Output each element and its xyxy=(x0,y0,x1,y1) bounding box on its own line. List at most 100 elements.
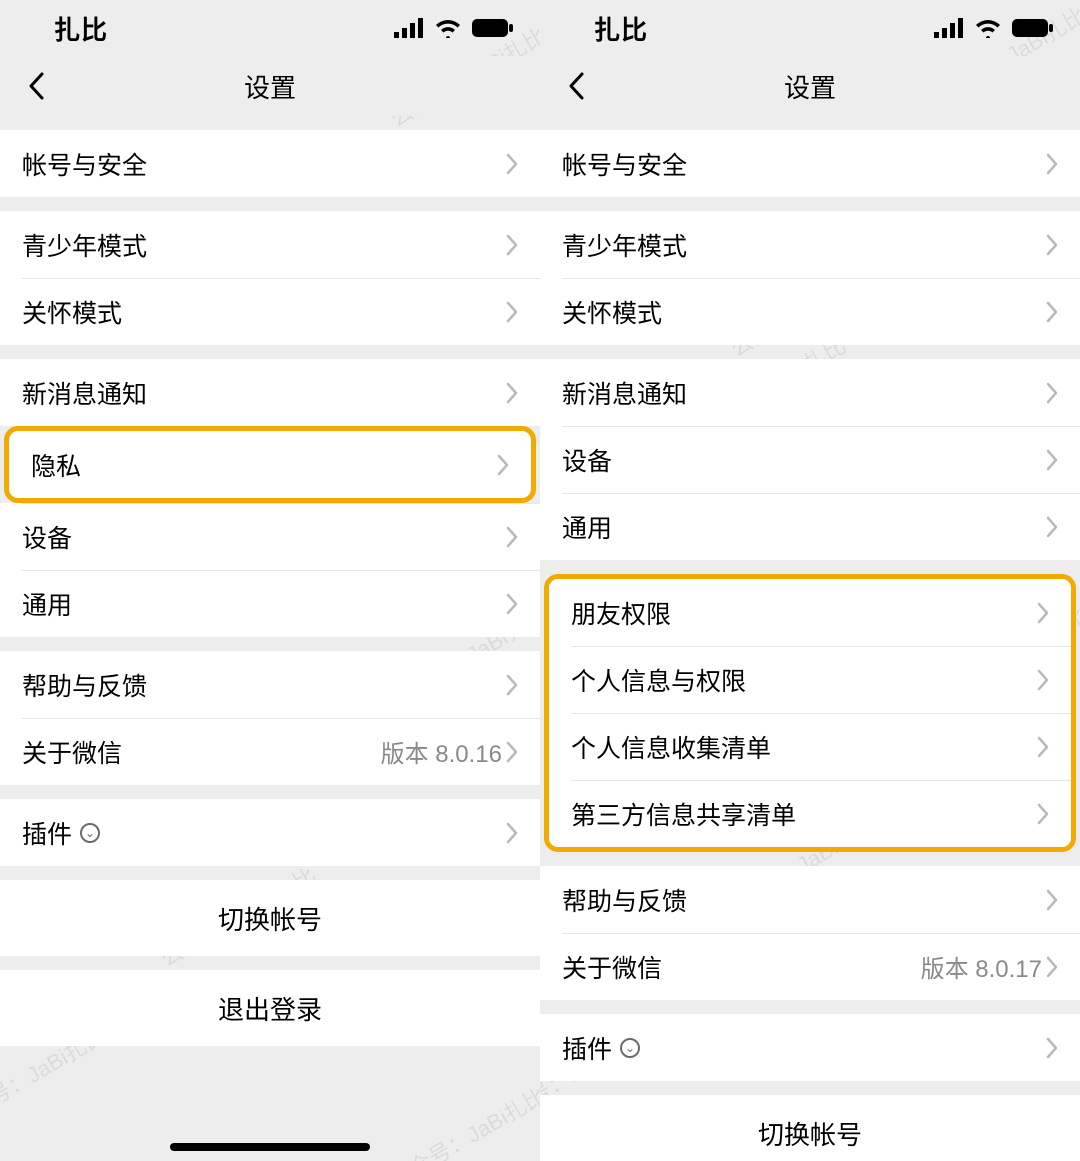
cell-general[interactable]: 通用 xyxy=(540,493,1080,560)
page-title: 设置 xyxy=(784,68,836,105)
action-label: 退出登录 xyxy=(218,990,322,1027)
cell-label: 通用 xyxy=(562,509,1046,545)
cell-privacy[interactable]: 隐私 xyxy=(9,431,531,498)
cell-label: 新消息通知 xyxy=(562,375,1046,411)
chevron-right-icon xyxy=(506,741,518,763)
cell-notifications[interactable]: 新消息通知 xyxy=(540,359,1080,426)
cell-label: 关怀模式 xyxy=(562,294,1046,330)
cell-personal-info-list[interactable]: 个人信息收集清单 xyxy=(549,713,1071,780)
battery-icon xyxy=(1012,18,1054,38)
cell-teen-mode[interactable]: 青少年模式 xyxy=(540,211,1080,278)
status-bar: 扎比 xyxy=(540,0,1080,56)
cell-friend-permissions[interactable]: 朋友权限 xyxy=(549,579,1071,646)
cell-personal-info-permissions[interactable]: 个人信息与权限 xyxy=(549,646,1071,713)
chevron-right-icon xyxy=(1046,301,1058,323)
cell-account-security[interactable]: 帐号与安全 xyxy=(0,130,540,197)
cell-label: 关于微信 xyxy=(22,734,381,770)
back-button[interactable] xyxy=(16,66,56,106)
chevron-right-icon xyxy=(1037,736,1049,758)
chevron-right-icon xyxy=(1037,803,1049,825)
phone-right: 公众号：JaBi扎比 公众号：JaBi扎比 公众号：JaBi扎比 公众号：JaB… xyxy=(540,0,1080,1161)
chevron-right-icon xyxy=(1046,449,1058,471)
action-label: 切换帐号 xyxy=(758,1115,862,1152)
cell-label: 新消息通知 xyxy=(22,375,506,411)
cell-label-text: 插件 xyxy=(562,1030,612,1066)
cell-label: 帐号与安全 xyxy=(22,146,506,182)
chevron-right-icon xyxy=(1046,382,1058,404)
chevron-right-icon xyxy=(506,382,518,404)
cell-label-text: 插件 xyxy=(22,815,72,851)
cell-teen-mode[interactable]: 青少年模式 xyxy=(0,211,540,278)
battery-icon xyxy=(472,18,514,38)
cell-help-feedback[interactable]: 帮助与反馈 xyxy=(0,651,540,718)
cell-care-mode[interactable]: 关怀模式 xyxy=(0,278,540,345)
chevron-right-icon xyxy=(1037,602,1049,624)
chevron-right-icon xyxy=(1046,234,1058,256)
chevron-right-icon xyxy=(1046,516,1058,538)
chevron-right-icon xyxy=(506,593,518,615)
highlight-privacy-group: 朋友权限 个人信息与权限 个人信息收集清单 第三方信息共享清单 xyxy=(544,574,1076,852)
chevron-right-icon xyxy=(1046,153,1058,175)
switch-account-button[interactable]: 切换帐号 xyxy=(540,1095,1080,1161)
switch-account-button[interactable]: 切换帐号 xyxy=(0,880,540,956)
chevron-right-icon xyxy=(497,454,509,476)
cell-label: 帐号与安全 xyxy=(562,146,1046,182)
chevron-right-icon xyxy=(506,153,518,175)
nav-bar: 设置 xyxy=(0,56,540,116)
cell-label: 青少年模式 xyxy=(22,227,506,263)
version-label: 版本 8.0.16 xyxy=(381,734,502,769)
cell-label: 帮助与反馈 xyxy=(562,882,1046,918)
chevron-right-icon xyxy=(1046,1037,1058,1059)
chevron-right-icon xyxy=(1046,889,1058,911)
chevron-right-icon xyxy=(506,526,518,548)
action-label: 切换帐号 xyxy=(218,900,322,937)
plugin-icon: ⌄ xyxy=(620,1038,640,1058)
comparison-canvas: 公众号：JaBi扎比 公众号：JaBi扎比 公众号：JaBi扎比 公众号：JaB… xyxy=(0,0,1080,1161)
cell-label: 帮助与反馈 xyxy=(22,667,506,703)
status-bar: 扎比 xyxy=(0,0,540,56)
carrier-label: 扎比 xyxy=(54,10,108,47)
cellular-icon xyxy=(394,18,424,38)
phone-left: 公众号：JaBi扎比 公众号：JaBi扎比 公众号：JaBi扎比 公众号：JaB… xyxy=(0,0,540,1161)
cell-devices[interactable]: 设备 xyxy=(0,503,540,570)
cell-about-wechat[interactable]: 关于微信 版本 8.0.16 xyxy=(0,718,540,785)
cell-label: 关怀模式 xyxy=(22,294,506,330)
cellular-icon xyxy=(934,18,964,38)
cell-label: 设备 xyxy=(562,442,1046,478)
cell-label: 个人信息收集清单 xyxy=(571,729,1037,765)
chevron-right-icon xyxy=(506,674,518,696)
status-icons xyxy=(394,18,514,38)
cell-devices[interactable]: 设备 xyxy=(540,426,1080,493)
cell-label: 通用 xyxy=(22,586,506,622)
cell-plugins[interactable]: 插件 ⌄ xyxy=(540,1014,1080,1081)
wifi-icon xyxy=(434,18,462,38)
back-button[interactable] xyxy=(556,66,596,106)
cell-label: 设备 xyxy=(22,519,506,555)
watermark: 公众号：JaBi扎比 xyxy=(384,1078,540,1161)
chevron-left-icon xyxy=(568,72,584,100)
chevron-right-icon xyxy=(506,234,518,256)
chevron-left-icon xyxy=(28,72,44,100)
cell-notifications[interactable]: 新消息通知 xyxy=(0,359,540,426)
cell-label: 插件 ⌄ xyxy=(562,1030,1046,1066)
cell-about-wechat[interactable]: 关于微信 版本 8.0.17 xyxy=(540,933,1080,1000)
logout-button[interactable]: 退出登录 xyxy=(0,970,540,1046)
cell-plugins[interactable]: 插件 ⌄ xyxy=(0,799,540,866)
wifi-icon xyxy=(974,18,1002,38)
cell-care-mode[interactable]: 关怀模式 xyxy=(540,278,1080,345)
status-icons xyxy=(934,18,1054,38)
cell-third-party-share-list[interactable]: 第三方信息共享清单 xyxy=(549,780,1071,847)
plugin-icon: ⌄ xyxy=(80,823,100,843)
nav-bar: 设置 xyxy=(540,56,1080,116)
cell-label: 插件 ⌄ xyxy=(22,815,506,851)
cell-help-feedback[interactable]: 帮助与反馈 xyxy=(540,866,1080,933)
cell-account-security[interactable]: 帐号与安全 xyxy=(540,130,1080,197)
cell-label: 关于微信 xyxy=(562,949,921,985)
chevron-right-icon xyxy=(1046,956,1058,978)
carrier-label: 扎比 xyxy=(594,10,648,47)
cell-label: 第三方信息共享清单 xyxy=(571,796,1037,832)
cell-general[interactable]: 通用 xyxy=(0,570,540,637)
page-title: 设置 xyxy=(244,68,296,105)
cell-label: 朋友权限 xyxy=(571,595,1037,631)
cell-label: 青少年模式 xyxy=(562,227,1046,263)
